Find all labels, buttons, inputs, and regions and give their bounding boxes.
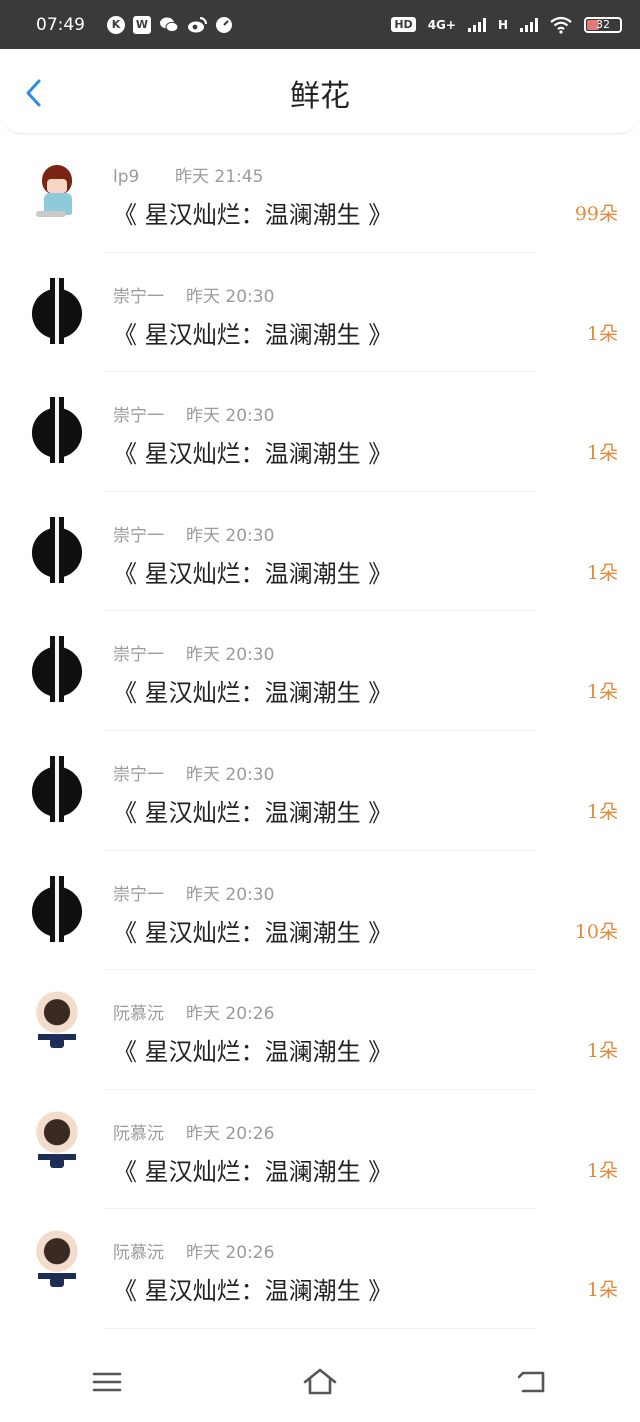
- gift-meta: 崇宁一 昨天 20:30: [113, 640, 274, 665]
- home-icon: [303, 1368, 337, 1395]
- gift-meta: 阮慕沅 昨天 20:26: [113, 999, 274, 1024]
- gift-meta: 崇宁一 昨天 20:30: [113, 401, 274, 426]
- avatar[interactable]: [20, 750, 94, 825]
- book-title: 《 星汉灿烂：温澜潮生 》: [113, 201, 393, 229]
- network-h-label: H: [497, 17, 508, 32]
- flower-gift-list: lp9 昨天 21:45 《 星汉灿烂：温澜潮生 》 99朵 崇宁一 昨天 20:3…: [0, 133, 640, 1329]
- signal-4g-icon: [467, 17, 486, 32]
- gift-time: 昨天 21:45: [175, 167, 264, 187]
- sender-name: 崇宁一: [113, 406, 164, 427]
- gift-time: 昨天 20:30: [186, 406, 275, 427]
- sender-name: 崇宁一: [113, 645, 164, 666]
- gift-meta: 阮慕沅 昨天 20:26: [113, 1238, 274, 1263]
- gift-meta: lp9 昨天 21:45: [113, 162, 263, 187]
- wechat-icon: [160, 17, 179, 32]
- hd-icon: HD: [391, 17, 416, 32]
- flower-count: 1朵: [586, 1159, 618, 1182]
- flower-count: 1朵: [586, 561, 618, 584]
- book-title: 《 星汉灿烂：温澜潮生 》: [113, 1277, 393, 1306]
- gift-time: 昨天 20:30: [186, 884, 275, 905]
- book-title: 《 星汉灿烂：温澜潮生 》: [113, 440, 393, 469]
- network-4g-label: 4G+: [427, 17, 456, 32]
- flower-count: 1朵: [586, 442, 618, 465]
- gift-row[interactable]: 阮慕沅 昨天 20:26 《 星汉灿烂：温澜潮生 》 1朵: [0, 1090, 640, 1210]
- book-title: 《 星汉灿烂：温澜潮生 》: [113, 679, 393, 708]
- gift-row[interactable]: 崇宁一 昨天 20:30 《 星汉灿烂：温澜潮生 》 1朵: [0, 611, 640, 731]
- gift-row[interactable]: 崇宁一 昨天 20:30 《 星汉灿烂：温澜潮生 》 1朵: [0, 253, 640, 373]
- avatar[interactable]: [20, 631, 94, 706]
- gift-meta: 崇宁一 昨天 20:30: [113, 521, 274, 546]
- wifi-icon: [550, 16, 572, 34]
- avatar[interactable]: [20, 511, 94, 586]
- status-time: 07:49: [36, 14, 85, 35]
- book-title: 《 星汉灿烂：温澜潮生 》: [113, 1157, 393, 1186]
- book-title: 《 星汉灿烂：温澜潮生 》: [113, 1038, 393, 1067]
- status-bar: 07:49 K W HD 4G+ H 32: [0, 0, 640, 49]
- flower-count: 99朵: [574, 203, 618, 225]
- avatar[interactable]: [20, 870, 94, 945]
- gift-row[interactable]: 阮慕沅 昨天 20:26 《 星汉灿烂：温澜潮生 》 1朵: [0, 1209, 640, 1329]
- battery-icon: 32: [584, 16, 622, 33]
- sender-name: 阮慕沅: [113, 1123, 164, 1144]
- gift-meta: 崇宁一 昨天 20:30: [113, 760, 274, 785]
- avatar[interactable]: [20, 1109, 94, 1184]
- gift-time: 昨天 20:30: [186, 525, 275, 546]
- gift-time: 昨天 20:30: [186, 286, 275, 307]
- gift-time: 昨天 20:26: [186, 1004, 275, 1025]
- battery-level: 32: [596, 17, 610, 31]
- avatar[interactable]: [20, 392, 94, 467]
- back-button[interactable]: [503, 1357, 563, 1407]
- notification-icons: K W: [107, 15, 233, 34]
- sender-name: 阮慕沅: [113, 1004, 164, 1025]
- flower-count: 1朵: [586, 1279, 618, 1302]
- flower-count: 10朵: [574, 920, 618, 943]
- book-title: 《 星汉灿烂：温澜潮生 》: [113, 559, 393, 588]
- gift-meta: 崇宁一 昨天 20:30: [113, 282, 274, 307]
- menu-icon: [92, 1372, 121, 1392]
- flower-count: 1朵: [586, 681, 618, 704]
- book-title: 《 星汉灿烂：温澜潮生 》: [113, 798, 393, 827]
- avatar[interactable]: [20, 153, 94, 227]
- flower-count: 1朵: [586, 800, 618, 823]
- gift-row[interactable]: lp9 昨天 21:45 《 星汉灿烂：温澜潮生 》 99朵: [0, 133, 640, 253]
- sender-name: 崇宁一: [113, 525, 164, 546]
- gift-row[interactable]: 崇宁一 昨天 20:30 《 星汉灿烂：温澜潮生 》 10朵: [0, 851, 640, 971]
- sender-name: lp9: [113, 167, 140, 187]
- back-return-icon: [518, 1371, 545, 1393]
- sender-name: 崇宁一: [113, 884, 164, 905]
- page-title: 鲜花: [290, 79, 350, 114]
- k-app-icon: K: [107, 15, 125, 34]
- avatar[interactable]: [20, 990, 94, 1065]
- book-title: 《 星汉灿烂：温澜潮生 》: [113, 918, 393, 947]
- gift-row[interactable]: 崇宁一 昨天 20:30 《 星汉灿烂：温澜潮生 》 1朵: [0, 731, 640, 851]
- system-nav-bar: [0, 1342, 640, 1422]
- avatar[interactable]: [20, 1229, 94, 1304]
- gift-time: 昨天 20:26: [186, 1123, 275, 1144]
- gift-time: 昨天 20:26: [186, 1243, 275, 1264]
- page-header: 鲜花: [0, 49, 640, 134]
- gift-meta: 阮慕沅 昨天 20:26: [113, 1119, 274, 1144]
- weibo-icon: [188, 16, 207, 32]
- gift-time: 昨天 20:30: [186, 764, 275, 785]
- gift-row[interactable]: 崇宁一 昨天 20:30 《 星汉灿烂：温澜潮生 》 1朵: [0, 492, 640, 612]
- book-title: 《 星汉灿烂：温澜潮生 》: [113, 320, 393, 349]
- menu-button[interactable]: [77, 1357, 137, 1407]
- home-button[interactable]: [290, 1357, 350, 1407]
- gift-row[interactable]: 崇宁一 昨天 20:30 《 星汉灿烂：温澜潮生 》 1朵: [0, 372, 640, 492]
- signal-h-icon: [520, 17, 538, 32]
- gift-row[interactable]: 阮慕沅 昨天 20:26 《 星汉灿烂：温澜潮生 》 1朵: [0, 970, 640, 1090]
- flower-count: 1朵: [586, 1040, 618, 1063]
- sender-name: 崇宁一: [113, 286, 164, 307]
- avatar[interactable]: [20, 272, 94, 347]
- flower-count: 1朵: [586, 322, 618, 345]
- gift-meta: 崇宁一 昨天 20:30: [113, 880, 274, 905]
- gauge-icon: [216, 16, 232, 33]
- sender-name: 阮慕沅: [113, 1243, 164, 1264]
- w-app-icon: W: [133, 15, 151, 34]
- sender-name: 崇宁一: [113, 764, 164, 785]
- gift-time: 昨天 20:30: [186, 645, 275, 666]
